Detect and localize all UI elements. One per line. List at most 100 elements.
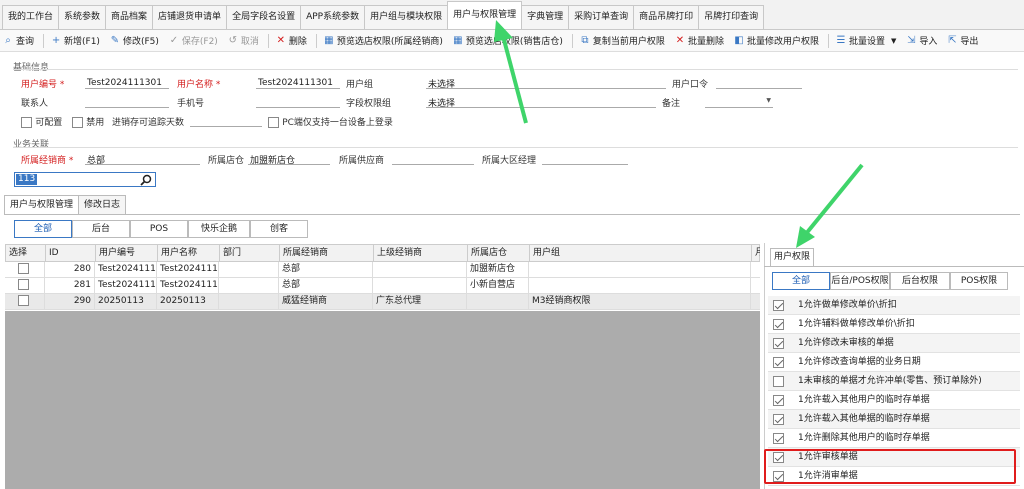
batch-modify-permission-button[interactable]: ◧ 批量修改用户权限	[733, 32, 819, 50]
import-button[interactable]: ⇲ 导入	[905, 32, 937, 50]
permission-item[interactable]: 1允许辅料做单修改单价\折扣	[768, 315, 1020, 334]
tab-app-params[interactable]: APP系统参数	[300, 5, 366, 29]
stock-days-field[interactable]	[190, 115, 262, 127]
col-parent-dealer[interactable]: 上级经销商	[374, 245, 468, 261]
permission-checkbox[interactable]	[773, 395, 784, 406]
pc-single-device-checkbox[interactable]: PC端仅支持一台设备上登录	[268, 115, 393, 128]
phone-label: 手机号	[177, 99, 205, 109]
search-icon: ⌕	[5, 34, 11, 46]
batch-settings-button[interactable]: ☰ 批量设置 ▼	[835, 32, 896, 50]
configurable-check[interactable]	[21, 116, 32, 128]
permission-checkbox[interactable]	[773, 357, 784, 368]
filter-all-button[interactable]: 全部	[14, 220, 72, 238]
search-input[interactable]: 113	[14, 172, 156, 187]
permission-checkbox[interactable]	[773, 414, 784, 425]
field-perm-group-select[interactable]: 未选择	[426, 96, 656, 109]
module-tab-bar: 我的工作台 系统参数 商品档案 店铺退货申请单 全局字段名设置 APP系统参数 …	[0, 0, 1024, 30]
row-store	[467, 294, 529, 309]
user-code-value: Test2024111301	[87, 78, 162, 88]
permission-checkbox[interactable]	[773, 338, 784, 349]
save-button[interactable]: ✓ 保存(F2)	[168, 32, 218, 50]
tab-user-permission[interactable]: 用户与权限管理	[447, 1, 523, 29]
edit-button[interactable]: ✎ 修改(F5)	[109, 32, 159, 50]
perm-filter-pos-button[interactable]: POS权限	[950, 272, 1008, 290]
user-group-select[interactable]: 未选择	[426, 77, 666, 90]
tab-product-archive[interactable]: 商品档案	[105, 5, 154, 29]
user-code-field[interactable]: Test2024111301	[85, 77, 169, 89]
permission-checkbox[interactable]	[773, 319, 784, 330]
col-truncated[interactable]: 月	[752, 245, 760, 261]
toolbar-divider	[827, 33, 829, 48]
export-button[interactable]: ⇱ 导出	[946, 32, 978, 50]
col-user-name[interactable]: 用户名称	[158, 245, 220, 261]
preview-dealer-store-button[interactable]: ▦ 预览选店权限(所属经销商)	[323, 32, 443, 50]
perm-filter-all-button[interactable]: 全部	[772, 272, 830, 290]
user-name-field[interactable]: Test2024111301	[256, 77, 340, 89]
permission-label: 1允许载入其他用户的临时存单据	[798, 395, 930, 405]
supplier-label: 所属供应商	[339, 156, 385, 166]
filter-backend-button[interactable]: 后台	[72, 220, 130, 238]
delete-button[interactable]: ✕ 删除	[275, 32, 307, 50]
tab-dictionary[interactable]: 字典管理	[521, 5, 570, 29]
col-id[interactable]: ID	[46, 245, 96, 261]
supplier-select[interactable]	[392, 153, 474, 165]
region-manager-select[interactable]	[542, 153, 628, 165]
table-row[interactable]: 290 20250113 20250113 威猛经销商 广东总代理 M3经销商权…	[5, 294, 760, 310]
col-user-code[interactable]: 用户编号	[96, 245, 158, 261]
row-select-checkbox[interactable]	[18, 279, 29, 290]
query-button[interactable]: ⌕ 查询	[2, 32, 34, 50]
permission-checkbox[interactable]	[773, 376, 784, 387]
tab-user-permission-mgmt[interactable]: 用户与权限管理	[4, 195, 80, 215]
user-password-field[interactable]	[716, 77, 802, 89]
row-select-checkbox[interactable]	[18, 295, 29, 306]
tab-usergroup-module[interactable]: 用户组与模块权限	[364, 5, 449, 29]
disabled-checkbox[interactable]: 禁用	[72, 115, 104, 128]
permission-item[interactable]: 1允许做单修改单价\折扣	[768, 296, 1020, 315]
configurable-checkbox[interactable]: 可配置	[21, 115, 62, 128]
tab-store-return[interactable]: 店铺退货申请单	[152, 5, 228, 29]
store-select[interactable]: 加盟新店仓	[248, 153, 330, 166]
col-store[interactable]: 所属店仓	[468, 245, 530, 261]
col-select[interactable]: 选择	[6, 245, 46, 261]
tab-purchase-order-query[interactable]: 采购订单查询	[568, 5, 635, 29]
pc-single-device-check[interactable]	[268, 116, 279, 128]
phone-field[interactable]	[256, 96, 340, 108]
tab-tag-print-query[interactable]: 吊牌打印查询	[698, 5, 765, 29]
tab-tag-print[interactable]: 商品吊牌打印	[633, 5, 700, 29]
col-dept[interactable]: 部门	[220, 245, 280, 261]
perm-filter-backend-button[interactable]: 后台权限	[890, 272, 950, 290]
tab-system-params[interactable]: 系统参数	[58, 5, 107, 29]
filter-happy-penguin-button[interactable]: 快乐企鹅	[188, 220, 250, 238]
col-dealer[interactable]: 所属经销商	[280, 245, 374, 261]
permission-item[interactable]: 1允许修改查询单据的业务日期	[768, 353, 1020, 372]
add-button[interactable]: + 新增(F1)	[50, 32, 100, 50]
perm-filter-backend-pos-button[interactable]: 后台/POS权限	[830, 272, 890, 290]
table-row[interactable]: 280 Test20241113( Test20241113( 总部 加盟新店仓	[5, 262, 760, 278]
permission-item[interactable]: 1允许删除其他用户的临时存单据	[768, 429, 1020, 448]
tab-global-field-names[interactable]: 全局字段名设置	[226, 5, 302, 29]
row-select-checkbox[interactable]	[18, 263, 29, 274]
permission-checkbox[interactable]	[773, 433, 784, 444]
dealer-select[interactable]: 总部	[85, 153, 200, 166]
permission-item[interactable]: 1允许载入其他单据的临时存单据	[768, 410, 1020, 429]
filter-pos-button[interactable]: POS	[130, 220, 188, 238]
copy-user-permission-button[interactable]: ⧉ 复制当前用户权限	[579, 32, 665, 50]
batch-delete-button[interactable]: ✕ 批量删除	[674, 32, 724, 50]
col-user-group[interactable]: 用户组	[530, 245, 752, 261]
table-row[interactable]: 281 Test20241113( Test20241113( 总部 小新自营店	[5, 278, 760, 294]
tab-modify-log[interactable]: 修改日志	[78, 195, 127, 215]
permission-item[interactable]: 1允许修改未审核的单据	[768, 334, 1020, 353]
contact-field[interactable]	[85, 96, 169, 108]
tab-workbench[interactable]: 我的工作台	[2, 5, 60, 29]
search-icon[interactable]	[140, 174, 152, 186]
disabled-check[interactable]	[72, 116, 83, 128]
tab-user-permission-panel[interactable]: 用户权限	[770, 248, 815, 266]
remark-field[interactable]: ▼	[705, 96, 773, 108]
preview-sales-store-button[interactable]: ▦ 预览选店权限(销售店仓)	[452, 32, 563, 50]
filter-maker-button[interactable]: 创客	[250, 220, 308, 238]
permission-checkbox[interactable]	[773, 300, 784, 311]
permission-item[interactable]: 1未审核的单据才允许冲单(零售、预订单除外)	[768, 372, 1020, 391]
permission-item[interactable]: 1允许载入其他用户的临时存单据	[768, 391, 1020, 410]
user-code-label-text: 用户编号	[21, 80, 58, 90]
cancel-button[interactable]: ↺ 取消	[227, 32, 259, 50]
